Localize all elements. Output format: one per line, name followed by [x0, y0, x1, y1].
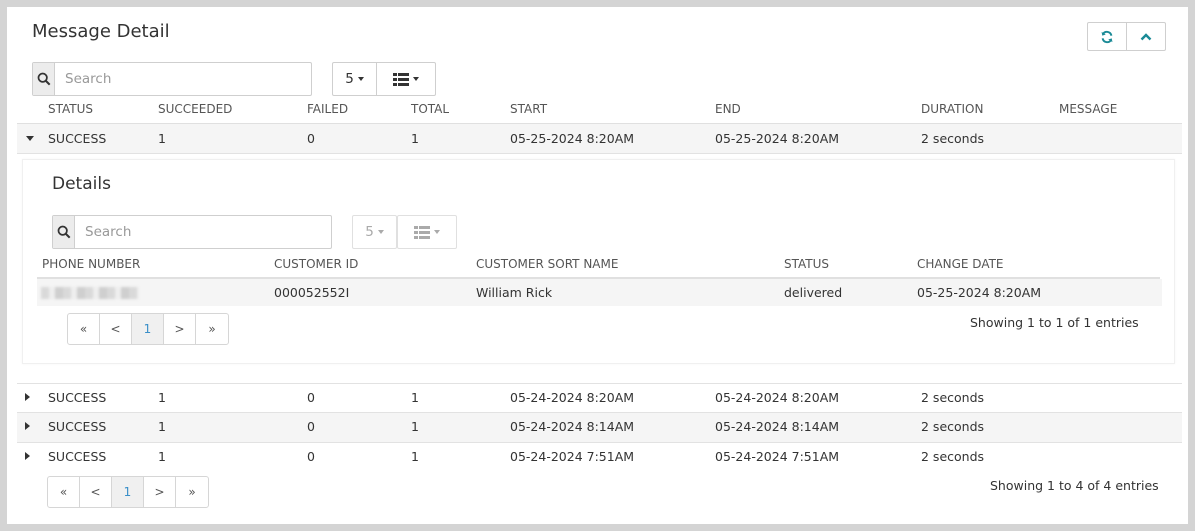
caret-right-icon[interactable] — [25, 393, 30, 401]
details-first-page-button[interactable]: « — [68, 314, 100, 344]
chevron-down-icon — [434, 230, 440, 234]
row-total: 1 — [411, 419, 419, 434]
details-entries-info: Showing 1 to 1 of 1 entries — [970, 315, 1139, 330]
row-status: SUCCESS — [48, 390, 107, 405]
columns-dropdown[interactable] — [376, 62, 436, 96]
caret-right-icon[interactable] — [25, 422, 30, 430]
row-start: 05-24-2024 8:14AM — [510, 419, 635, 434]
row-succeeded: 1 — [158, 449, 166, 464]
search-box — [32, 62, 312, 96]
row-total: 1 — [411, 390, 419, 405]
chevron-down-icon — [357, 77, 364, 81]
pagination: « < 1 > » — [47, 476, 209, 508]
row-duration: 2 seconds — [921, 419, 985, 434]
refresh-button[interactable] — [1087, 22, 1127, 51]
details-column-header-sort-name[interactable]: CUSTOMER SORT NAME — [476, 257, 618, 271]
details-page-size-dropdown[interactable]: 5 — [352, 215, 397, 249]
details-search-box — [52, 215, 332, 249]
column-header-succeeded[interactable]: SUCCEEDED — [158, 102, 232, 116]
row-succeeded: 1 — [158, 131, 166, 146]
details-row-customer-id: 000052552I — [274, 285, 350, 300]
chevron-up-icon — [1140, 32, 1152, 40]
row-failed: 0 — [307, 390, 315, 405]
column-header-start[interactable]: START — [510, 102, 547, 116]
redacted-phone-number — [41, 287, 139, 299]
details-column-header-phone[interactable]: PHONE NUMBER — [42, 257, 140, 271]
row-duration: 2 seconds — [921, 131, 985, 146]
row-total: 1 — [411, 131, 419, 146]
details-row-change-date: 05-25-2024 8:20AM — [917, 285, 1042, 300]
caret-right-icon[interactable] — [25, 452, 30, 460]
row-status: SUCCESS — [48, 419, 107, 434]
details-page-size-value: 5 — [365, 224, 374, 240]
row-start: 05-25-2024 8:20AM — [510, 131, 635, 146]
details-pagination: « < 1 > » — [67, 313, 229, 345]
details-column-header-status[interactable]: STATUS — [784, 257, 829, 271]
page-title: Message Detail — [32, 21, 170, 42]
page-size-dropdown[interactable]: 5 — [332, 62, 377, 96]
refresh-icon — [1101, 30, 1113, 43]
chevron-down-icon — [413, 77, 419, 81]
row-start: 05-24-2024 7:51AM — [510, 449, 635, 464]
prev-page-button[interactable]: < — [80, 477, 112, 507]
details-title: Details — [52, 174, 111, 194]
last-page-button[interactable]: » — [176, 477, 208, 507]
row-end: 05-24-2024 8:20AM — [715, 390, 840, 405]
message-detail-panel: Message Detail 5 STATUS SUCCEEDED FA — [7, 7, 1188, 524]
table-row[interactable]: SUCCESS 1 0 1 05-24-2024 7:51AM 05-24-20… — [17, 443, 1182, 471]
search-input[interactable] — [55, 63, 311, 95]
details-column-header-customer-id[interactable]: CUSTOMER ID — [274, 257, 358, 271]
page-size-value: 5 — [345, 71, 354, 87]
row-end: 05-24-2024 7:51AM — [715, 449, 840, 464]
row-status: SUCCESS — [48, 449, 107, 464]
column-header-failed[interactable]: FAILED — [307, 102, 348, 116]
row-failed: 0 — [307, 131, 315, 146]
page-1-button[interactable]: 1 — [112, 477, 144, 507]
row-failed: 0 — [307, 419, 315, 434]
row-duration: 2 seconds — [921, 449, 985, 464]
row-duration: 2 seconds — [921, 390, 985, 405]
first-page-button[interactable]: « — [48, 477, 80, 507]
details-page-1-button[interactable]: 1 — [132, 314, 164, 344]
row-end: 05-24-2024 8:14AM — [715, 419, 840, 434]
details-prev-page-button[interactable]: < — [100, 314, 132, 344]
row-total: 1 — [411, 449, 419, 464]
details-table-row[interactable]: 000052552I William Rick delivered 05-25-… — [37, 279, 1162, 306]
row-divider — [17, 153, 1182, 154]
row-start: 05-24-2024 8:20AM — [510, 390, 635, 405]
table-row[interactable]: SUCCESS 1 0 1 05-24-2024 8:14AM 05-24-20… — [17, 413, 1182, 442]
details-next-page-button[interactable]: > — [164, 314, 196, 344]
details-row-status: delivered — [784, 285, 843, 300]
details-row-sort-name: William Rick — [476, 285, 553, 300]
search-icon — [53, 216, 75, 248]
caret-down-icon[interactable] — [26, 136, 34, 141]
row-succeeded: 1 — [158, 390, 166, 405]
entries-info: Showing 1 to 4 of 4 entries — [990, 478, 1159, 493]
table-row[interactable]: SUCCESS 1 0 1 05-25-2024 8:20AM 05-25-20… — [17, 124, 1182, 153]
details-last-page-button[interactable]: » — [196, 314, 228, 344]
column-header-duration[interactable]: DURATION — [921, 102, 983, 116]
details-columns-dropdown[interactable] — [397, 215, 457, 249]
details-search-input[interactable] — [75, 216, 331, 248]
details-panel: Details 5 PHONE NUMBER CUSTOMER ID CUSTO… — [22, 159, 1175, 364]
column-header-status[interactable]: STATUS — [48, 102, 93, 116]
collapse-button[interactable] — [1126, 22, 1166, 51]
row-failed: 0 — [307, 449, 315, 464]
list-icon — [414, 225, 430, 239]
chevron-down-icon — [377, 230, 384, 234]
row-succeeded: 1 — [158, 419, 166, 434]
list-icon — [393, 72, 409, 86]
table-row[interactable]: SUCCESS 1 0 1 05-24-2024 8:20AM 05-24-20… — [17, 384, 1182, 412]
row-end: 05-25-2024 8:20AM — [715, 131, 840, 146]
details-column-header-change-date[interactable]: CHANGE DATE — [917, 257, 1004, 271]
next-page-button[interactable]: > — [144, 477, 176, 507]
search-icon — [33, 63, 55, 95]
column-header-end[interactable]: END — [715, 102, 741, 116]
column-header-message[interactable]: MESSAGE — [1059, 102, 1117, 116]
row-status: SUCCESS — [48, 131, 107, 146]
column-header-total[interactable]: TOTAL — [411, 102, 449, 116]
